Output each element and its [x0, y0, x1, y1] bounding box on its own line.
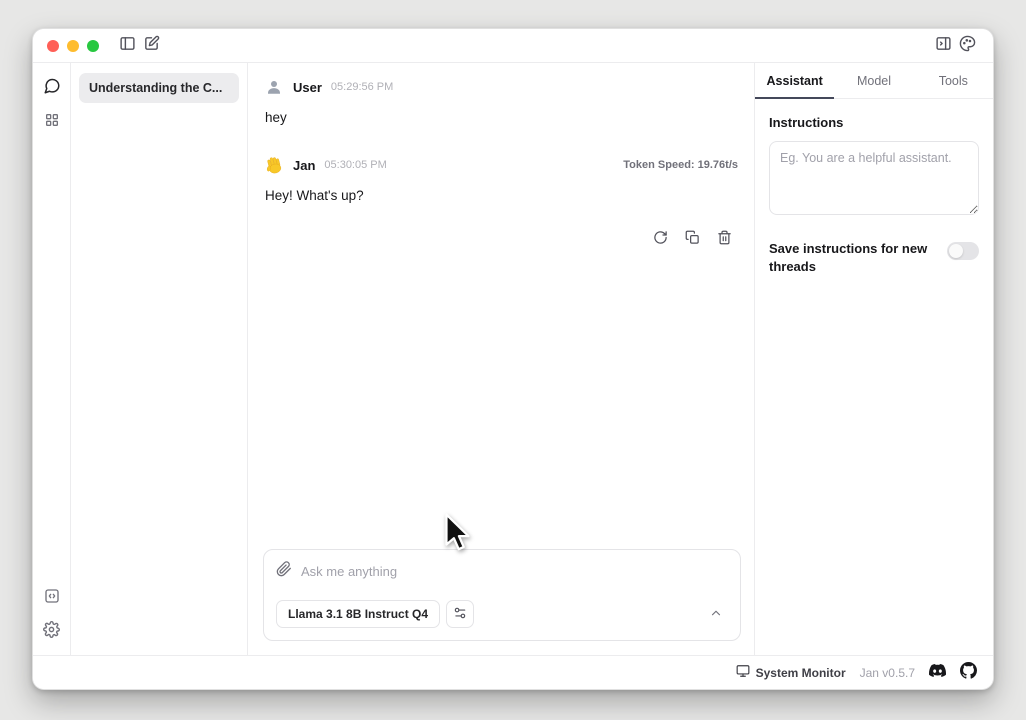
- assistant-message: Jan 05:30:05 PM Token Speed: 19.76t/s He…: [264, 155, 740, 253]
- delete-button[interactable]: [710, 225, 738, 253]
- user-message: User 05:29:56 PM hey: [264, 77, 740, 125]
- message-text: hey: [265, 110, 740, 125]
- message-input[interactable]: [301, 564, 728, 579]
- paperclip-icon: [276, 561, 292, 582]
- traffic-lights: [47, 40, 99, 52]
- message-author: User: [293, 80, 322, 95]
- message-author: Jan: [293, 158, 315, 173]
- message-list: User 05:29:56 PM hey: [248, 63, 754, 549]
- nav-threads-button[interactable]: [39, 75, 65, 101]
- copy-button[interactable]: [678, 225, 706, 253]
- model-selector-button[interactable]: Llama 3.1 8B Instruct Q4: [276, 600, 440, 628]
- refresh-icon: [653, 230, 668, 248]
- compose-icon: [143, 35, 160, 57]
- system-monitor-button[interactable]: System Monitor: [736, 664, 846, 681]
- panel-left-icon: [119, 35, 136, 57]
- trash-icon: [717, 230, 732, 248]
- toggle-knob: [949, 244, 963, 258]
- nav-settings-button[interactable]: [39, 619, 65, 645]
- toggle-right-panel-button[interactable]: [931, 34, 955, 58]
- app-body: Understanding the C... User 05:29:56 PM …: [33, 63, 993, 655]
- panel-tabs: Assistant Model Tools: [755, 63, 993, 99]
- assistant-tab-content: Instructions Save instructions for new t…: [755, 99, 993, 291]
- theme-button[interactable]: [955, 34, 979, 58]
- token-speed-label: Token Speed: 19.76t/s: [623, 159, 740, 171]
- collapse-input-button[interactable]: [704, 602, 728, 626]
- new-thread-button[interactable]: [139, 34, 163, 58]
- message-text: Hey! What's up?: [265, 188, 740, 203]
- chat-bubble-icon: [43, 77, 61, 100]
- instructions-heading: Instructions: [769, 115, 979, 130]
- monitor-icon: [736, 664, 750, 681]
- panel-right-icon: [935, 35, 952, 57]
- discord-link[interactable]: [929, 662, 946, 684]
- chevron-up-icon: [709, 606, 723, 623]
- tab-assistant[interactable]: Assistant: [755, 63, 834, 98]
- jan-wave-emoji-icon: [264, 155, 284, 175]
- instructions-input[interactable]: [769, 141, 979, 215]
- attachment-button[interactable]: [276, 561, 292, 582]
- minimize-window-button[interactable]: [67, 40, 79, 52]
- tab-tools[interactable]: Tools: [914, 63, 993, 98]
- gear-icon: [43, 621, 60, 643]
- save-instructions-row: Save instructions for new threads: [769, 240, 979, 275]
- user-avatar-icon: [264, 77, 284, 97]
- icon-rail: [33, 63, 71, 655]
- github-icon: [960, 662, 977, 684]
- chat-column: User 05:29:56 PM hey: [248, 63, 754, 655]
- system-monitor-label: System Monitor: [756, 666, 846, 680]
- message-actions: [264, 225, 740, 253]
- grid-icon: [44, 112, 60, 133]
- thread-list: Understanding the C...: [71, 63, 248, 655]
- statusbar: System Monitor Jan v0.5.7: [33, 655, 993, 689]
- palette-icon: [959, 35, 976, 57]
- regenerate-button[interactable]: [646, 225, 674, 253]
- nav-local-api-button[interactable]: [39, 585, 65, 611]
- github-link[interactable]: [960, 662, 977, 684]
- zoom-window-button[interactable]: [87, 40, 99, 52]
- discord-icon: [929, 662, 946, 684]
- message-timestamp: 05:30:05 PM: [324, 159, 386, 171]
- code-square-icon: [44, 588, 60, 609]
- save-instructions-label: Save instructions for new threads: [769, 240, 937, 275]
- copy-icon: [685, 230, 700, 248]
- right-panel: Assistant Model Tools Instructions Save …: [754, 63, 993, 655]
- chat-input-box: Llama 3.1 8B Instruct Q4: [263, 549, 741, 641]
- model-settings-button[interactable]: [446, 600, 474, 628]
- save-instructions-toggle[interactable]: [947, 242, 979, 260]
- titlebar: [33, 29, 993, 63]
- toggle-left-panel-button[interactable]: [115, 34, 139, 58]
- chat-input-area: Llama 3.1 8B Instruct Q4: [248, 549, 754, 655]
- app-window: Understanding the C... User 05:29:56 PM …: [32, 28, 994, 690]
- message-timestamp: 05:29:56 PM: [331, 81, 393, 93]
- sliders-icon: [453, 606, 467, 623]
- thread-list-item[interactable]: Understanding the C...: [79, 73, 239, 103]
- close-window-button[interactable]: [47, 40, 59, 52]
- tab-model[interactable]: Model: [834, 63, 913, 98]
- nav-hub-button[interactable]: [39, 109, 65, 135]
- app-version-label: Jan v0.5.7: [860, 666, 915, 680]
